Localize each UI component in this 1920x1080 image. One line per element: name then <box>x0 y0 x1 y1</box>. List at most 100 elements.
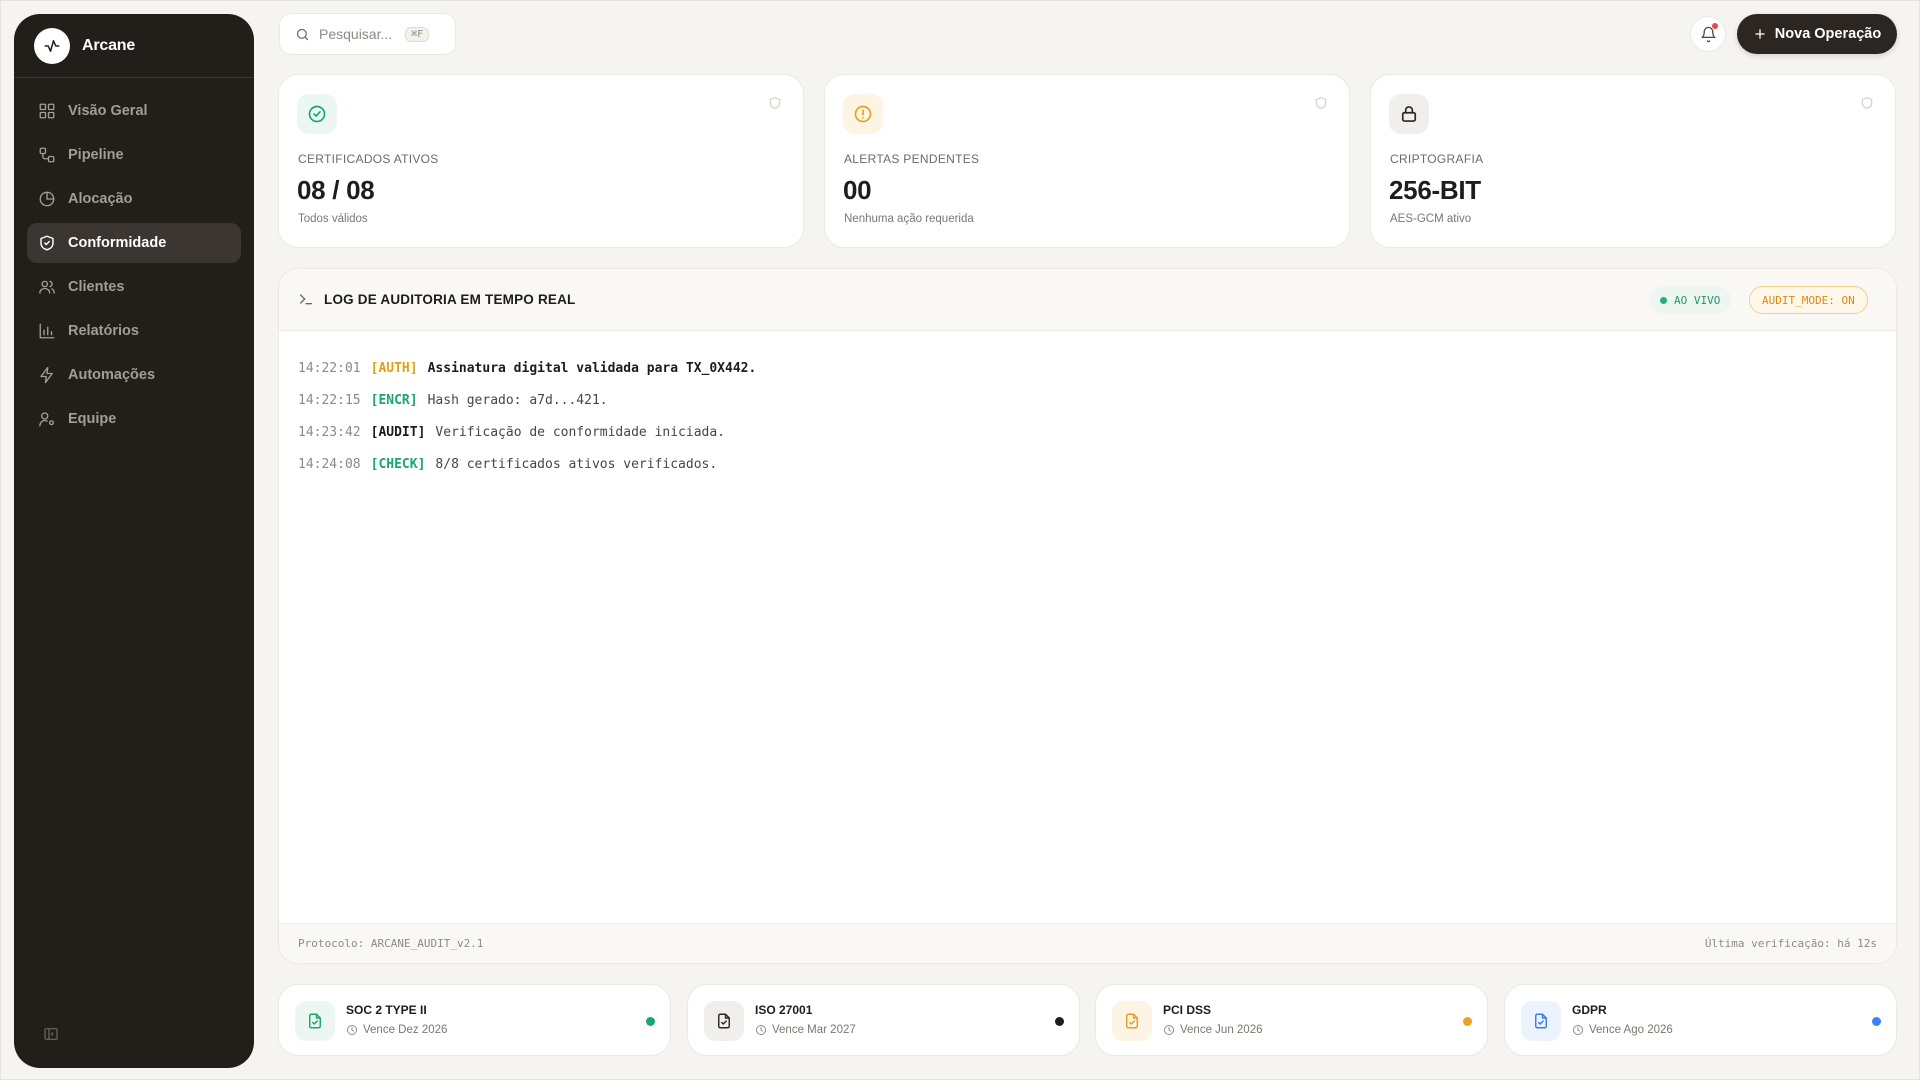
audit-log-title: LOG DE AUDITORIA EM TEMPO REAL <box>324 291 576 307</box>
log-message: Assinatura digital validada para TX_0X44… <box>427 360 757 376</box>
sidebar-item-label: Equipe <box>68 411 117 427</box>
cert-expiry-text: Vence Dez 2026 <box>363 1024 448 1036</box>
log-time: 14:22:01 <box>298 360 361 376</box>
cert-expiry: Vence Ago 2026 <box>1572 1024 1673 1036</box>
sidebar-item-relatorios[interactable]: Relatórios <box>27 311 241 351</box>
file-check-icon <box>295 1001 335 1041</box>
search-shortcut-badge: ⌘F <box>405 26 430 42</box>
shield-icon <box>768 96 782 115</box>
stat-label: CERTIFICADOS ATIVOS <box>298 152 439 166</box>
log-tag: [AUDIT] <box>370 424 426 440</box>
grid-icon <box>39 103 55 119</box>
sidebar-item-automacoes[interactable]: Automações <box>27 355 241 395</box>
audit-log-header: LOG DE AUDITORIA EM TEMPO REAL AO VIVO A… <box>279 269 1896 331</box>
log-tag: [AUTH] <box>370 360 418 376</box>
new-operation-button[interactable]: Nova Operação <box>1737 14 1897 54</box>
stat-subtext: AES-GCM ativo <box>1390 213 1472 225</box>
audit-mode-badge: AUDIT_MODE: ON <box>1749 286 1868 314</box>
brand-name: Arcane <box>82 37 136 54</box>
status-dot <box>1463 1017 1472 1026</box>
log-message: 8/8 certificados ativos verificados. <box>435 456 718 472</box>
cert-expiry: Vence Mar 2027 <box>755 1024 856 1036</box>
cert-name: PCI DSS <box>1163 1003 1212 1017</box>
protocol-label: Protocolo: ARCANE_AUDIT_v2.1 <box>298 937 484 950</box>
stat-subtext: Todos válidos <box>298 213 368 225</box>
clock-icon <box>756 1025 766 1035</box>
log-message: Verificação de conformidade iniciada. <box>435 424 726 440</box>
log-entry: 14:23:42 [AUDIT] Verificação de conformi… <box>298 416 1876 448</box>
bar-chart-icon <box>39 323 55 339</box>
notifications-button[interactable] <box>1690 16 1726 52</box>
cert-expiry: Vence Dez 2026 <box>346 1024 447 1036</box>
sidebar-item-label: Clientes <box>68 279 125 295</box>
cert-card-gdpr[interactable]: GDPR Vence Ago 2026 <box>1504 984 1897 1056</box>
divider <box>14 77 254 78</box>
stat-card-certificados: CERTIFICADOS ATIVOS 08 / 08 Todos válido… <box>278 74 804 248</box>
cert-card-soc2[interactable]: SOC 2 TYPE II Vence Dez 2026 <box>278 984 671 1056</box>
workflow-icon <box>39 147 55 163</box>
plus-icon <box>1755 29 1765 39</box>
user-gear-icon <box>39 412 55 427</box>
bolt-icon <box>40 366 53 384</box>
log-time: 14:24:08 <box>298 456 361 472</box>
sidebar-item-conformidade[interactable]: Conformidade <box>27 223 241 263</box>
cert-expiry: Vence Jun 2026 <box>1163 1024 1263 1036</box>
cert-name: SOC 2 TYPE II <box>346 1003 427 1017</box>
activity-logo-icon <box>34 28 70 64</box>
log-entry: 14:24:08 [CHECK] 8/8 certificados ativos… <box>298 448 1876 480</box>
clock-icon <box>1573 1025 1583 1035</box>
log-tag: [ENCR] <box>370 392 418 408</box>
sidebar-item-label: Pipeline <box>68 147 124 163</box>
shield-check-icon <box>40 235 54 251</box>
sidebar-item-clientes[interactable]: Clientes <box>27 267 241 307</box>
pie-chart-icon <box>39 191 55 207</box>
audit-log-panel: LOG DE AUDITORIA EM TEMPO REAL AO VIVO A… <box>278 268 1897 964</box>
users-icon <box>39 280 55 294</box>
shield-icon <box>1860 96 1874 115</box>
sidebar-item-label: Alocação <box>68 191 133 207</box>
status-dot <box>1055 1017 1064 1026</box>
new-operation-label: Nova Operação <box>1774 26 1882 42</box>
sidebar-item-pipeline[interactable]: Pipeline <box>27 135 241 175</box>
file-check-icon <box>704 1001 744 1041</box>
cert-name: GDPR <box>1572 1003 1607 1017</box>
collapse-sidebar-icon[interactable] <box>43 1026 59 1042</box>
live-label: AO VIVO <box>1674 293 1721 307</box>
cert-expiry-text: Vence Ago 2026 <box>1589 1024 1673 1036</box>
audit-log-list: 14:22:01 [AUTH] Assinatura digital valid… <box>298 352 1876 480</box>
live-dot <box>1660 296 1667 304</box>
sidebar-item-alocacao[interactable]: Alocação <box>27 179 241 219</box>
brand[interactable]: Arcane <box>34 28 135 64</box>
clock-icon <box>1164 1025 1174 1035</box>
alert-circle-icon <box>843 94 883 134</box>
status-dot <box>1872 1017 1881 1026</box>
search-input[interactable]: Pesquisar... <box>319 26 392 42</box>
sidebar-item-visao-geral[interactable]: Visão Geral <box>27 91 241 131</box>
file-check-icon <box>1521 1001 1561 1041</box>
sidebar-nav: Visão Geral Pipeline Alocação Conformida… <box>27 91 241 443</box>
last-check-label: Última verificação: há 12s <box>1704 937 1877 950</box>
log-tag: [CHECK] <box>370 456 426 472</box>
app-window: Arcane Visão Geral Pipeline Alocação Con… <box>0 0 1920 1080</box>
stat-label: ALERTAS PENDENTES <box>844 152 980 166</box>
search-icon <box>296 28 309 40</box>
check-circle-icon <box>297 94 337 134</box>
stat-label: CRIPTOGRAFIA <box>1390 152 1484 166</box>
sidebar-item-label: Automações <box>68 367 156 383</box>
file-check-icon <box>1112 1001 1152 1041</box>
sidebar-item-equipe[interactable]: Equipe <box>27 399 241 439</box>
log-entry: 14:22:15 [ENCR] Hash gerado: a7d...421. <box>298 384 1876 416</box>
log-message: Hash gerado: a7d...421. <box>427 392 608 408</box>
log-time: 14:22:15 <box>298 392 361 408</box>
stat-value: 08 / 08 <box>297 175 375 205</box>
stat-value: 00 <box>843 175 872 205</box>
search-box[interactable]: Pesquisar... ⌘F <box>279 13 456 55</box>
cert-card-iso27001[interactable]: ISO 27001 Vence Mar 2027 <box>687 984 1080 1056</box>
cert-name: ISO 27001 <box>755 1003 813 1017</box>
shield-icon <box>1314 96 1328 115</box>
cert-card-pcidss[interactable]: PCI DSS Vence Jun 2026 <box>1095 984 1488 1056</box>
sidebar-item-label: Relatórios <box>68 323 139 339</box>
terminal-icon <box>300 294 312 305</box>
log-time: 14:23:42 <box>298 424 361 440</box>
sidebar-item-label: Visão Geral <box>68 103 148 119</box>
